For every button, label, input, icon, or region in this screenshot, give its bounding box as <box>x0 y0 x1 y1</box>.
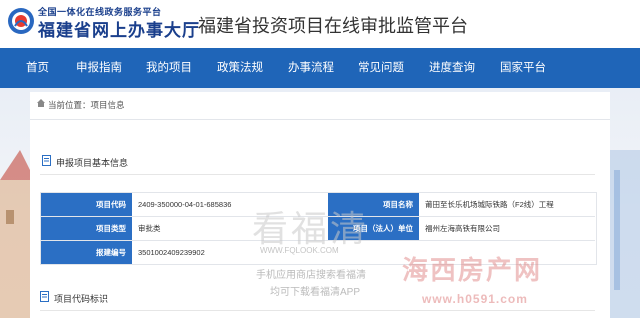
table-label: 报建编号 <box>41 241 132 264</box>
site-title: 福建省投资项目在线审批监管平台 <box>198 16 468 36</box>
emblem-logo-icon <box>8 8 34 34</box>
watermark-brand-2: 海西房产网 <box>402 255 543 285</box>
nav-item-progress[interactable]: 进度查询 <box>429 48 475 88</box>
section-title-code-identifier: 项目代码标识 <box>54 294 109 304</box>
legal-entity-value: 福州左海高铁有限公司 <box>425 224 500 233</box>
main-nav: 首页 申报指南 我的项目 政策法规 办事流程 常见问题 进度查询 国家平台 <box>0 48 640 88</box>
nav-item-guide[interactable]: 申报指南 <box>76 48 122 88</box>
divider <box>40 174 595 175</box>
nav-item-home[interactable]: 首页 <box>26 48 49 88</box>
watermark-brand: 看福清 <box>252 209 370 250</box>
home-icon <box>37 99 45 107</box>
table-label: 项目类型 <box>41 217 132 240</box>
nav-item-faq[interactable]: 常见问题 <box>358 48 404 88</box>
breadcrumb: 当前位置：项目信息 <box>48 100 125 110</box>
watermark-url-2: www.h0591.com <box>422 292 528 306</box>
document-icon <box>42 155 51 166</box>
watermark-text: 均可下载看福清APP <box>270 287 361 298</box>
document-icon <box>40 291 49 302</box>
logo-title[interactable]: 福建省网上办事大厅 <box>38 16 200 41</box>
site-header: 全国一体化在线政务服务平台 福建省网上办事大厅 福建省投资项目在线审批监管平台 <box>0 0 640 48</box>
nav-item-policies[interactable]: 政策法规 <box>217 48 263 88</box>
table-label: 项目代码 <box>41 193 132 216</box>
divider <box>30 119 610 120</box>
divider <box>40 310 595 311</box>
section-title-basic-info: 申报项目基本信息 <box>56 158 129 168</box>
nav-item-process[interactable]: 办事流程 <box>288 48 334 88</box>
watermark-text: 手机应用商店搜索看福清 <box>256 270 366 281</box>
nav-item-my-projects[interactable]: 我的项目 <box>146 48 192 88</box>
nav-item-national-platform[interactable]: 国家平台 <box>500 48 546 88</box>
project-name-value: 莆田至长乐机场城际铁路（F2线）工程 <box>425 200 554 209</box>
watermark-url: WWW.FQLOOK.COM <box>260 246 339 255</box>
